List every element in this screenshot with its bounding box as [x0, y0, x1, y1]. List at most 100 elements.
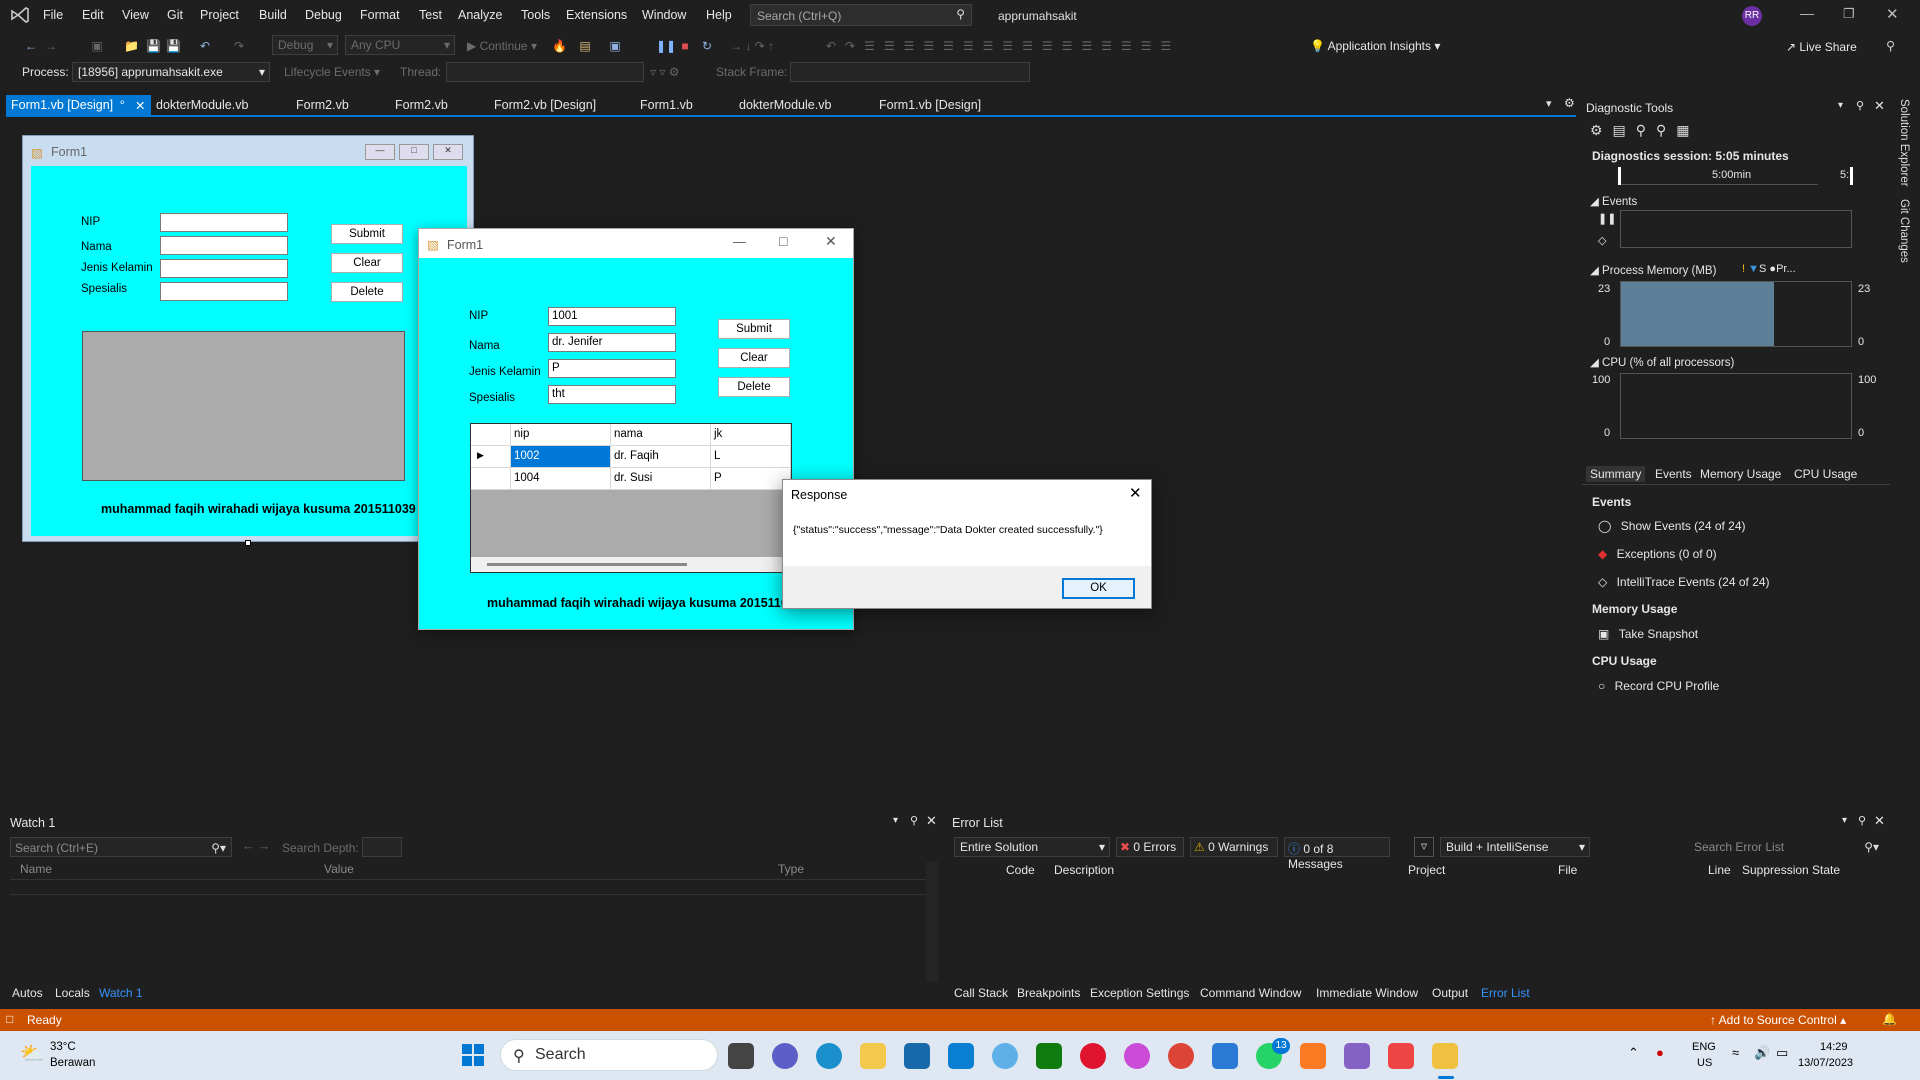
- security-icon[interactable]: ●: [1656, 1045, 1664, 1060]
- back-icon[interactable]: ←: [24, 40, 38, 52]
- start-icon[interactable]: [462, 1044, 484, 1066]
- minimize-icon[interactable]: —: [1800, 5, 1814, 21]
- watch-row[interactable]: [10, 879, 928, 895]
- close-icon[interactable]: ✕: [1874, 813, 1885, 829]
- tab-events[interactable]: Events: [1655, 467, 1692, 481]
- process-combo[interactable]: [18956] apprumahsakit.exe ▾: [72, 62, 270, 82]
- menu-test[interactable]: Test: [419, 8, 442, 22]
- col-description[interactable]: Description: [1054, 863, 1114, 877]
- xbox-icon[interactable]: [1036, 1043, 1062, 1069]
- notifications-icon[interactable]: 🔔: [1882, 1012, 1897, 1026]
- tab-exception-settings[interactable]: Exception Settings: [1090, 986, 1189, 1000]
- tab-watch1[interactable]: Watch 1: [99, 986, 143, 1000]
- close-icon[interactable]: ✕: [1129, 484, 1142, 502]
- build-combo[interactable]: Build + IntelliSense ▾: [1440, 837, 1590, 857]
- continue-button[interactable]: ▶ Continue ▾: [467, 39, 537, 53]
- grid-header-nama[interactable]: nama: [611, 424, 711, 446]
- cpu-header[interactable]: ◢ CPU (% of all processors): [1590, 355, 1734, 369]
- panel-menu-icon[interactable]: ▾: [893, 815, 898, 826]
- col-project[interactable]: Project: [1408, 863, 1445, 877]
- save-icon[interactable]: 💾: [146, 40, 161, 52]
- submit-button[interactable]: Submit: [331, 224, 403, 244]
- restart-icon[interactable]: ↻: [700, 40, 714, 52]
- lang-2[interactable]: US: [1697, 1057, 1712, 1069]
- minimize-icon[interactable]: —: [365, 144, 395, 160]
- hot-reload-icon[interactable]: 🔥: [552, 40, 567, 52]
- menu-tools[interactable]: Tools: [521, 8, 550, 22]
- col-line[interactable]: Line: [1708, 863, 1731, 877]
- exceptions-link[interactable]: ◆ Exceptions (0 of 0): [1598, 547, 1717, 561]
- menu-analyze[interactable]: Analyze: [458, 8, 502, 22]
- forward-icon[interactable]: →: [44, 40, 58, 52]
- col-file[interactable]: File: [1558, 863, 1577, 877]
- cpu-chart[interactable]: [1620, 373, 1852, 439]
- config-combo[interactable]: Debug ▾: [272, 35, 338, 55]
- menu-file[interactable]: File: [43, 8, 63, 22]
- weather-icon[interactable]: ⛅: [20, 1041, 45, 1066]
- ok-button[interactable]: OK: [1062, 578, 1135, 599]
- nav-arrows[interactable]: ← →: [242, 839, 270, 853]
- tab-form2-design[interactable]: Form2.vb [Design]: [494, 95, 596, 115]
- menu-window[interactable]: Window: [642, 8, 686, 22]
- table-cell[interactable]: dr. Susi: [611, 468, 711, 490]
- taskbar-search[interactable]: ⚲ Search: [500, 1039, 718, 1071]
- menu-extensions[interactable]: Extensions: [566, 8, 627, 22]
- app-insights-button[interactable]: 💡 Application Insights ▾: [1310, 39, 1440, 53]
- tab-error-list[interactable]: Error List: [1481, 986, 1530, 1000]
- tab-form2-b[interactable]: Form2.vb: [395, 95, 448, 115]
- tab-memory-usage[interactable]: Memory Usage: [1700, 467, 1781, 481]
- grid-header-nip[interactable]: nip: [511, 424, 611, 446]
- tab-git-changes[interactable]: Git Changes: [1898, 199, 1910, 263]
- remote-icon[interactable]: [1212, 1043, 1238, 1069]
- memory-chart[interactable]: [1620, 281, 1852, 347]
- tab-autos[interactable]: Autos: [12, 986, 43, 1000]
- app-l-icon[interactable]: [948, 1043, 974, 1069]
- maximize-icon[interactable]: □: [399, 144, 429, 160]
- user-avatar[interactable]: RR: [1742, 6, 1762, 26]
- tab-settings-icon[interactable]: ⚙: [1564, 96, 1575, 110]
- close-icon[interactable]: ✕: [926, 813, 937, 829]
- live-share-button[interactable]: ↗ Live Share: [1786, 40, 1857, 54]
- lang-1[interactable]: ENG: [1692, 1041, 1716, 1053]
- menu-debug[interactable]: Debug: [305, 8, 342, 22]
- tray-chevron-icon[interactable]: ⌃: [1628, 1045, 1639, 1061]
- battery-icon[interactable]: ▭: [1776, 1045, 1788, 1061]
- tab-immediate-window[interactable]: Immediate Window: [1316, 986, 1418, 1000]
- menu-help[interactable]: Help: [706, 8, 732, 22]
- close-icon[interactable]: ✕: [1886, 5, 1899, 23]
- tab-form1-design[interactable]: Form1.vb [Design] ⚬ ✕: [6, 95, 151, 115]
- camera-icon[interactable]: ▣: [608, 40, 622, 52]
- error-search-input[interactable]: Search Error List ⚲▾: [1690, 837, 1884, 857]
- tab-cpu-usage[interactable]: CPU Usage: [1794, 467, 1857, 481]
- new-project-icon[interactable]: ▣: [90, 40, 104, 52]
- save-all-icon[interactable]: 💾: [166, 40, 181, 52]
- menu-build[interactable]: Build: [259, 8, 287, 22]
- pin-icon[interactable]: ⚲: [1858, 814, 1866, 827]
- clear-button[interactable]: Clear: [718, 348, 790, 368]
- undo-icon[interactable]: ↶: [198, 40, 212, 52]
- wifi-icon[interactable]: ≈: [1732, 1045, 1739, 1060]
- snipping-icon[interactable]: [1388, 1043, 1414, 1069]
- restore-icon[interactable]: ❐: [1843, 6, 1855, 22]
- menu-edit[interactable]: Edit: [82, 8, 104, 22]
- tab-call-stack[interactable]: Call Stack: [954, 986, 1008, 1000]
- jenis-kelamin-field[interactable]: P: [548, 359, 676, 378]
- col-code[interactable]: Code: [1006, 863, 1035, 877]
- memory-header[interactable]: ◢ Process Memory (MB): [1590, 263, 1716, 277]
- submit-button[interactable]: Submit: [718, 319, 790, 339]
- xampp-icon[interactable]: [1300, 1043, 1326, 1069]
- watch-scrollbar[interactable]: [926, 862, 938, 982]
- messages-filter[interactable]: ⓘ 0 of 8 Messages: [1284, 837, 1390, 871]
- tab-doktermodule-b[interactable]: dokterModule.vb: [739, 95, 831, 115]
- tab-form1-design-b[interactable]: Form1.vb [Design]: [879, 95, 981, 115]
- nama-field[interactable]: dr. Jenifer: [548, 333, 676, 352]
- intellitrace-link[interactable]: ◇ IntelliTrace Events (24 of 24): [1598, 575, 1770, 589]
- app-bird-icon[interactable]: [992, 1043, 1018, 1069]
- clear-button[interactable]: Clear: [331, 253, 403, 273]
- close-icon[interactable]: ✕: [1874, 98, 1885, 114]
- tab-breakpoints[interactable]: Breakpoints: [1017, 986, 1080, 1000]
- nip-field[interactable]: 1001: [548, 307, 676, 326]
- show-events-link[interactable]: ◯ Show Events (24 of 24): [1598, 519, 1746, 533]
- explorer-icon[interactable]: [860, 1043, 886, 1069]
- task-view-icon[interactable]: [728, 1043, 754, 1069]
